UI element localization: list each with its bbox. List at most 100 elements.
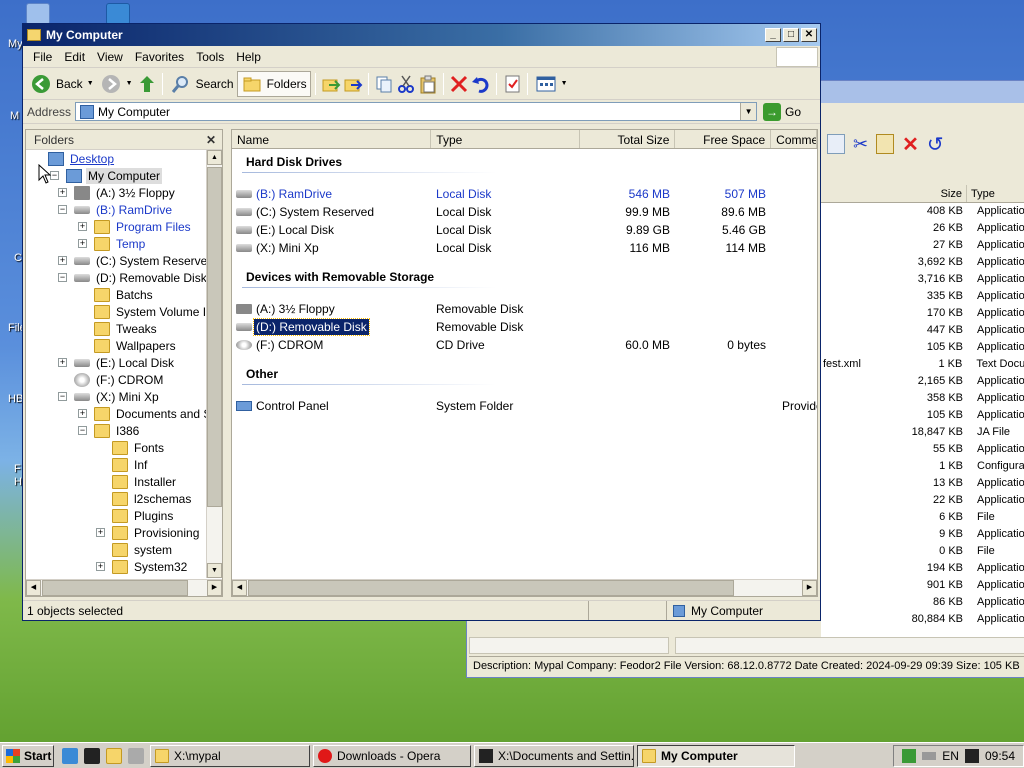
tree-node[interactable]: + Temp bbox=[78, 235, 147, 252]
language-indicator[interactable]: EN bbox=[942, 749, 959, 763]
cut-icon[interactable]: ✂ bbox=[853, 134, 868, 155]
background-list-item[interactable]: 1 KB Configura bbox=[821, 458, 1024, 475]
expand-icon[interactable]: + bbox=[58, 358, 67, 367]
background-list-item[interactable]: 9 KB Applicatio bbox=[821, 526, 1024, 543]
tree-node[interactable]: (F:) CDROM bbox=[74, 371, 165, 388]
background-list-item[interactable]: 26 KB Applicatio bbox=[821, 220, 1024, 237]
menu-view[interactable]: View bbox=[91, 50, 129, 64]
close-button[interactable]: ✕ bbox=[801, 28, 817, 42]
file-list-pane[interactable]: Name Type Total Size Free Space Comme Ha… bbox=[231, 129, 818, 597]
delete-icon[interactable]: ✕ bbox=[902, 132, 919, 157]
background-list-item[interactable]: 105 KB Applicatio bbox=[821, 407, 1024, 424]
column-type[interactable]: Type bbox=[967, 185, 1024, 202]
collapse-icon[interactable]: − bbox=[58, 392, 67, 401]
background-list-item[interactable]: 170 KB Applicatio bbox=[821, 305, 1024, 322]
collapse-icon[interactable]: − bbox=[58, 205, 67, 214]
tree-node[interactable]: system bbox=[112, 541, 174, 558]
back-button[interactable]: Back ▼ bbox=[27, 71, 97, 97]
tree-node[interactable]: − My Computer bbox=[50, 167, 163, 184]
background-list-item[interactable]: 86 KB Applicatio bbox=[821, 594, 1024, 611]
folders-horizontal-scrollbar[interactable]: ◀ ▶ bbox=[26, 579, 222, 596]
cmd-icon[interactable] bbox=[84, 747, 100, 764]
list-item[interactable]: (E:) Local Disk Local Disk 9.89 GB 5.46 GB bbox=[236, 221, 766, 238]
background-list-item[interactable]: fest.xml 1 KB Text Docu bbox=[821, 356, 1024, 373]
ie-icon[interactable] bbox=[62, 747, 78, 764]
column-type[interactable]: Type bbox=[431, 130, 580, 148]
close-pane-icon[interactable]: ✕ bbox=[206, 133, 216, 147]
column-comments[interactable]: Comme bbox=[771, 130, 817, 148]
tree-node[interactable]: Fonts bbox=[112, 439, 166, 456]
task-my-computer[interactable]: My Computer bbox=[637, 744, 795, 767]
background-list-item[interactable]: 3,692 KB Applicatio bbox=[821, 254, 1024, 271]
background-right-scrollbar[interactable] bbox=[675, 637, 1024, 654]
tree-node[interactable]: + (A:) 3½ Floppy bbox=[58, 184, 177, 201]
tree-node[interactable]: + Provisioning bbox=[96, 524, 201, 541]
menu-favorites[interactable]: Favorites bbox=[129, 50, 190, 64]
scroll-right-button[interactable]: ▶ bbox=[207, 580, 222, 596]
scroll-left-button[interactable]: ◀ bbox=[26, 580, 41, 596]
scroll-down-button[interactable]: ▼ bbox=[207, 563, 222, 578]
column-total-size[interactable]: Total Size bbox=[580, 130, 676, 148]
tree-node[interactable]: Installer bbox=[112, 473, 178, 490]
list-item[interactable]: Control Panel System Folder Provide bbox=[236, 397, 817, 414]
expand-icon[interactable]: + bbox=[78, 222, 87, 231]
expand-icon[interactable]: + bbox=[96, 562, 105, 571]
views-button[interactable]: ▼ bbox=[532, 71, 571, 97]
move-to-icon[interactable] bbox=[320, 73, 342, 95]
list-item[interactable]: (B:) RamDrive Local Disk 546 MB 507 MB bbox=[236, 185, 766, 202]
tree-node[interactable]: + (E:) Local Disk bbox=[58, 354, 176, 371]
tree-node[interactable]: Plugins bbox=[112, 507, 175, 524]
address-input[interactable]: My Computer ▼ bbox=[75, 102, 758, 121]
dropdown-arrow-icon[interactable]: ▼ bbox=[126, 80, 133, 87]
media-icon[interactable] bbox=[128, 747, 144, 764]
undo-icon[interactable]: ↺ bbox=[927, 132, 944, 157]
undo-icon[interactable] bbox=[470, 73, 492, 95]
scroll-thumb[interactable] bbox=[248, 580, 734, 596]
drive-tray-icon[interactable] bbox=[922, 751, 937, 760]
cut-icon[interactable] bbox=[395, 73, 417, 95]
properties-icon[interactable] bbox=[501, 73, 523, 95]
safely-remove-icon[interactable] bbox=[964, 748, 979, 763]
tree-node[interactable]: + Program Files bbox=[78, 218, 193, 235]
folders-vertical-scrollbar[interactable]: ▲ ▼ bbox=[206, 150, 222, 578]
tree-node[interactable]: l2schemas bbox=[112, 490, 193, 507]
up-folder-icon[interactable] bbox=[136, 73, 158, 95]
column-size[interactable]: Size bbox=[821, 185, 967, 202]
my-computer-window[interactable]: My Computer _ □ ✕ File Edit View Favorit… bbox=[22, 23, 821, 621]
tree-node[interactable]: − (D:) Removable Disk bbox=[58, 269, 206, 286]
tree-node[interactable]: + Documents and Setti bbox=[78, 405, 206, 422]
tree-node[interactable]: Inf bbox=[112, 456, 149, 473]
background-list-item[interactable]: 6 KB File bbox=[821, 509, 1024, 526]
background-left-scrollbar[interactable] bbox=[469, 637, 669, 654]
scroll-up-button[interactable]: ▲ bbox=[207, 150, 222, 165]
background-list-item[interactable]: 901 KB Applicatio bbox=[821, 577, 1024, 594]
search-button[interactable]: Search bbox=[167, 71, 237, 97]
expand-icon[interactable]: + bbox=[58, 188, 67, 197]
task-documents[interactable]: X:\Documents and Settin... bbox=[474, 744, 634, 767]
scroll-right-button[interactable]: ▶ bbox=[802, 580, 817, 596]
tree-node[interactable]: − (B:) RamDrive bbox=[58, 201, 174, 218]
minimize-button[interactable]: _ bbox=[765, 28, 781, 42]
list-item[interactable]: (C:) System Reserved Local Disk 99.9 MB 89.… bbox=[236, 203, 766, 220]
menu-help[interactable]: Help bbox=[230, 50, 267, 64]
expand-icon[interactable]: + bbox=[58, 256, 67, 265]
copy-icon[interactable] bbox=[827, 134, 845, 154]
scroll-left-button[interactable]: ◀ bbox=[232, 580, 247, 596]
forward-button[interactable]: ▼ bbox=[97, 71, 136, 97]
address-dropdown-button[interactable]: ▼ bbox=[740, 103, 757, 120]
menu-edit[interactable]: Edit bbox=[58, 50, 91, 64]
background-file-list[interactable]: 408 KB Applicatio 26 KB Applicatio 27 KB Appl… bbox=[821, 203, 1024, 637]
task-opera[interactable]: Downloads - Opera bbox=[313, 744, 471, 767]
background-list-item[interactable]: 447 KB Applicatio bbox=[821, 322, 1024, 339]
tree-node[interactable]: − (X:) Mini Xp bbox=[58, 388, 161, 405]
tree-node[interactable]: Wallpapers bbox=[94, 337, 178, 354]
column-free-space[interactable]: Free Space bbox=[675, 130, 772, 148]
maximize-button[interactable]: □ bbox=[783, 28, 799, 42]
list-item[interactable]: (X:) Mini Xp Local Disk 116 MB 114 MB bbox=[236, 239, 766, 256]
window-titlebar[interactable]: My Computer _ □ ✕ bbox=[23, 24, 820, 46]
clock[interactable]: 09:54 bbox=[985, 749, 1015, 763]
explorer-icon[interactable] bbox=[106, 747, 122, 764]
tree-node[interactable]: Batchs bbox=[94, 286, 155, 303]
menu-file[interactable]: File bbox=[27, 50, 58, 64]
tree-node[interactable]: Tweaks bbox=[94, 320, 159, 337]
